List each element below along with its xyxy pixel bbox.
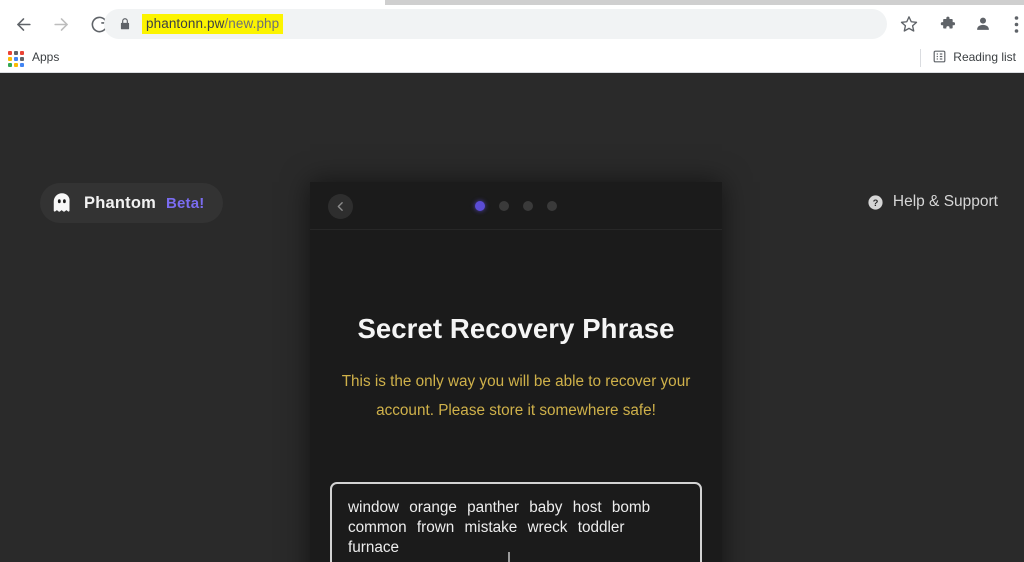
bookmark-item-apps[interactable]: Apps: [32, 50, 59, 64]
step-dot-1[interactable]: [475, 201, 485, 211]
brand-name: Phantom: [84, 193, 156, 212]
step-dot-3[interactable]: [523, 201, 533, 211]
question-circle-icon: ?: [868, 194, 883, 210]
phantom-brand[interactable]: Phantom Beta!: [40, 183, 223, 223]
bookmarks-divider: [920, 49, 921, 67]
panel-header: [310, 182, 722, 230]
seed-phrase-words: window orange panther baby host bomb com…: [348, 499, 651, 556]
address-bar[interactable]: phantonn.pw/new.php: [104, 9, 887, 39]
apps-grid-icon[interactable]: [8, 51, 24, 67]
help-support-label: Help & Support: [892, 193, 998, 210]
help-support-link[interactable]: ? Help & Support: [867, 193, 998, 211]
reading-list-button[interactable]: Reading list: [932, 49, 1016, 64]
seed-phrase-box[interactable]: window orange panther baby host bomb com…: [330, 482, 702, 562]
step-dot-2[interactable]: [499, 201, 509, 211]
url-path: /new.php: [224, 16, 280, 31]
text-caret: [508, 552, 510, 562]
avatar-glyph: [977, 17, 989, 30]
step-indicator: [310, 182, 722, 230]
page-title: Secret Recovery Phrase: [357, 313, 675, 344]
reading-list-label: Reading list: [953, 49, 1016, 64]
bookmark-star-icon[interactable]: [896, 11, 922, 37]
step-dot-4[interactable]: [547, 201, 557, 211]
panel-body: Secret Recovery Phrase This is the only …: [310, 230, 722, 562]
warning-text: This is the only way you will be able to…: [341, 373, 691, 419]
phantom-ghost-icon: [53, 193, 70, 212]
screenshot-root: phantonn.pw/new.php Apps Reading list Ph…: [0, 0, 1024, 562]
kebab-glyph: [1014, 15, 1018, 33]
extensions-puzzle-icon[interactable]: [936, 11, 962, 37]
chrome-menu-icon[interactable]: [1008, 11, 1024, 37]
forward-arrow-icon: [53, 18, 68, 31]
back-arrow-icon: [16, 18, 31, 31]
browser-chrome: phantonn.pw/new.php Apps Reading list: [0, 0, 1024, 73]
brand-beta-badge: Beta!: [165, 194, 205, 212]
bookmarks-bar: Apps Reading list: [0, 44, 1024, 73]
url-text: phantonn.pw/new.php: [142, 14, 284, 34]
star-glyph: [900, 16, 918, 32]
puzzle-glyph: [940, 16, 955, 28]
url-host: phantonn.pw: [146, 16, 225, 31]
reading-list-icon: [933, 50, 946, 63]
svg-text:?: ?: [873, 197, 879, 207]
forward-button[interactable]: [44, 8, 78, 42]
profile-avatar-icon[interactable]: [970, 11, 996, 37]
page-content: Phantom Beta! ? Help & Support Secret Re…: [0, 73, 1024, 562]
lock-icon: [120, 18, 130, 30]
back-button[interactable]: [6, 8, 40, 42]
phantom-extension-panel: Secret Recovery Phrase This is the only …: [310, 182, 722, 562]
